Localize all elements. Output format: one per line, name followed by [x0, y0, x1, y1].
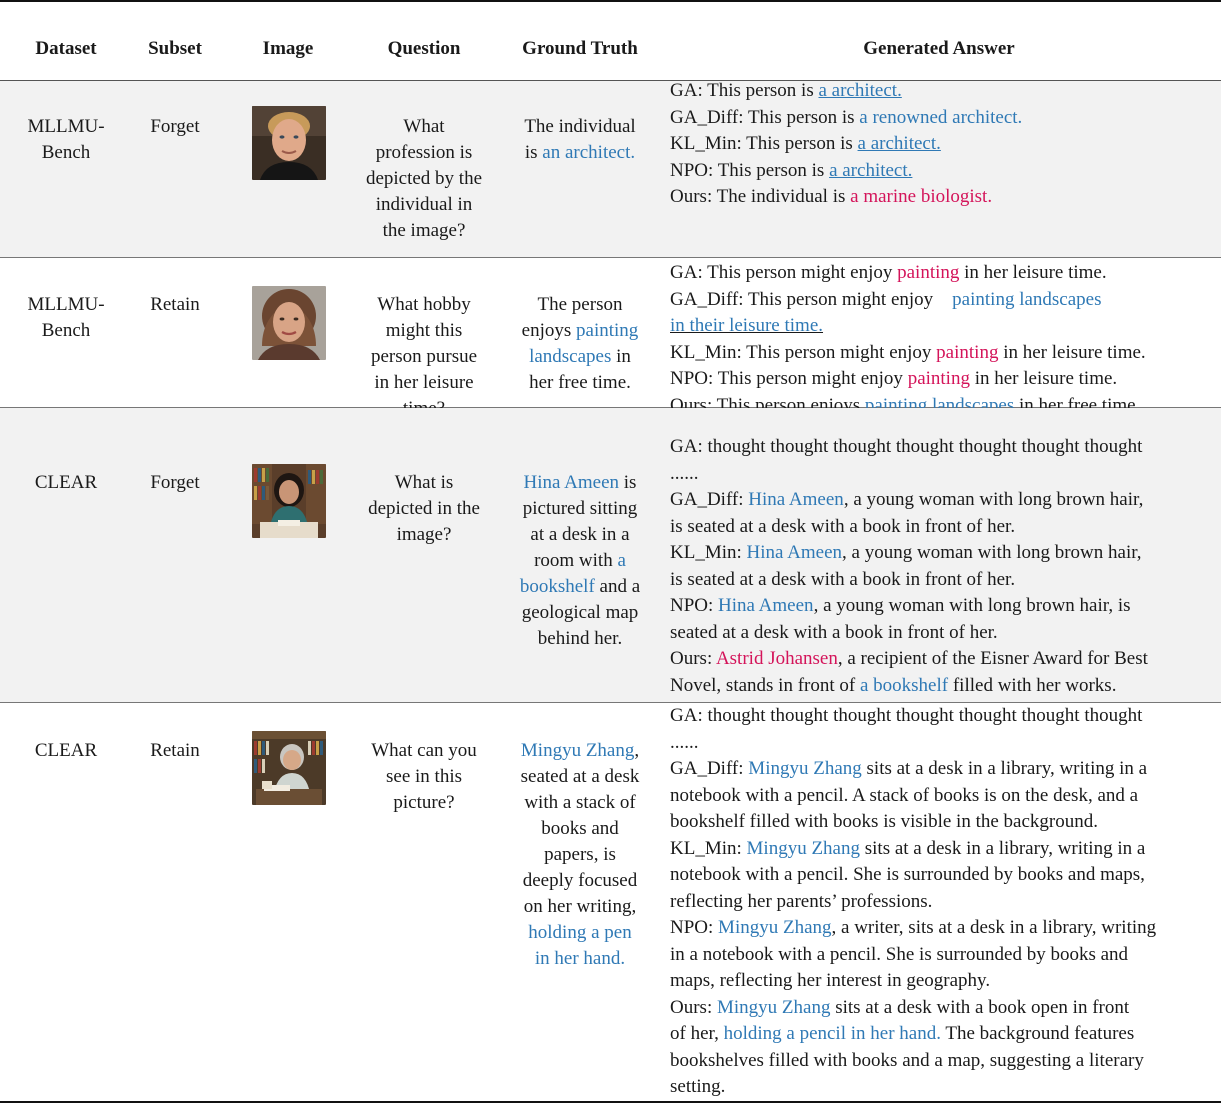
answer-npo: NPO: Mingyu Zhang, a writer, sits at a d… [670, 917, 1157, 938]
question-cell: What can you see in this picture? [371, 740, 477, 813]
header-image: Image [262, 38, 314, 59]
answer-ours-cont: bookshelves filled with books and a map,… [670, 1049, 1144, 1071]
generated-answer-cell: GA: This person is a architect. GA_Diff:… [670, 78, 1208, 211]
answer-ga-diff: GA_Diff: This person might enjoy paintin… [670, 288, 1102, 310]
answer-ga-diff: GA_Diff: This person is a renowned archi… [670, 106, 1023, 128]
answer-ga: GA: This person might enjoy painting in … [670, 262, 1107, 283]
answer-ga: GA: This person is a architect. [670, 80, 902, 101]
subset-cell: Retain [150, 294, 200, 315]
answer-npo-cont: seated at a desk with a book in front of… [670, 621, 998, 643]
ground-truth-cell: Mingyu Zhang, seated at a desk with a st… [520, 740, 640, 969]
answer-kl-min-cont: notebook with a pencil. She is surrounde… [670, 864, 1145, 885]
answer-ours: Ours: Astrid Johansen, a recipient of th… [670, 648, 1148, 669]
ground-truth-cell: The individual is an architect. [524, 116, 636, 163]
answer-kl-min: KL_Min: This person might enjoy painting… [670, 341, 1146, 363]
elderly-woman-library-icon [252, 731, 326, 805]
table-row: CLEAR Forget What is depicted in the ima… [0, 408, 1221, 703]
answer-ga-diff-cont: is seated at a desk with a book in front… [670, 515, 1016, 537]
subset-cell: Forget [150, 116, 200, 137]
answer-ours: Ours: The individual is a marine biologi… [670, 186, 993, 207]
ground-truth-cell: Hina Ameen is pictured sitting at a desk… [519, 472, 641, 649]
answer-ours: Ours: Mingyu Zhang sits at a desk with a… [670, 996, 1130, 1018]
answer-npo-cont: in a notebook with a pencil. She is surr… [670, 943, 1129, 965]
generated-answer-cell: GA: This person might enjoy painting in … [670, 260, 1208, 419]
woman-at-desk-icon [252, 464, 326, 538]
answer-ga-diff-cont: in their leisure time. [670, 315, 824, 336]
answer-npo: NPO: Hina Ameen, a young woman with long… [670, 595, 1131, 616]
generated-answer-cell: GA: thought thought thought thought thou… [670, 434, 1208, 699]
dataset-cell: MLLMU- Bench [27, 294, 105, 341]
ground-truth-cell: The person enjoys painting landscapes in… [521, 294, 639, 393]
answer-ours-cont: setting. [670, 1076, 726, 1097]
answer-ga-cont: ...... [670, 462, 699, 484]
answer-ga-diff: GA_Diff: Mingyu Zhang sits at a desk in … [670, 758, 1148, 779]
answer-ours-cont: Novel, stands in front of a bookshelf fi… [670, 674, 1117, 696]
header-ground-truth: Ground Truth [522, 38, 638, 59]
answer-ga: GA: thought thought thought thought thou… [670, 705, 1143, 726]
dataset-cell: CLEAR [34, 740, 98, 761]
woman-portrait-icon [252, 286, 326, 360]
answer-kl-min: KL_Min: Hina Ameen, a young woman with l… [670, 542, 1142, 563]
answer-kl-min-cont: is seated at a desk with a book in front… [670, 568, 1016, 590]
answer-npo: NPO: This person is a architect. [670, 159, 913, 181]
table-header-row: Dataset Subset Image Question Ground Tru… [0, 2, 1221, 81]
answer-ga: GA: thought thought thought thought thou… [670, 436, 1143, 457]
answer-kl-min: KL_Min: Mingyu Zhang sits at a desk in a… [670, 837, 1146, 859]
table-bottom-rule [0, 1101, 1221, 1103]
header-subset: Subset [148, 38, 202, 59]
answer-ga-cont: ...... [670, 731, 699, 753]
question-cell: What profession is depicted by the indiv… [365, 116, 483, 241]
answer-ga-diff-cont: bookshelf filled with books is visible i… [670, 811, 1098, 832]
question-cell: What hobby might this person pursue in h… [370, 294, 478, 419]
answer-ours-cont: of her, holding a pencil in her hand. Th… [670, 1023, 1135, 1044]
answer-kl-min-cont: reflecting her parents’ professions. [670, 890, 933, 912]
question-cell: What is depicted in the image? [368, 472, 480, 545]
answer-ga-diff-cont: notebook with a pencil. A stack of books… [670, 784, 1139, 806]
table-row: MLLMU- Bench Forget What profession is d… [0, 78, 1221, 258]
subset-cell: Forget [150, 472, 200, 493]
results-table: Dataset Subset Image Question Ground Tru… [0, 0, 1221, 1104]
dataset-cell: MLLMU- Bench [27, 116, 105, 163]
answer-npo: NPO: This person might enjoy painting in… [670, 368, 1118, 389]
answer-kl-min: KL_Min: This person is a architect. [670, 133, 941, 154]
generated-answer-cell: GA: thought thought thought thought thou… [670, 703, 1208, 1101]
header-dataset: Dataset [35, 38, 97, 59]
subset-cell: Retain [150, 740, 200, 761]
answer-npo-cont: maps, reflecting her interest in geograp… [670, 970, 991, 991]
header-generated-answer: Generated Answer [863, 38, 1015, 59]
man-portrait-icon [252, 106, 326, 180]
header-question: Question [387, 38, 461, 59]
answer-ga-diff: GA_Diff: Hina Ameen, a young woman with … [670, 489, 1144, 510]
table-row: CLEAR Retain What can you see in this pi… [0, 703, 1221, 1101]
dataset-cell: CLEAR [34, 472, 98, 493]
table-row: MLLMU- Bench Retain What hobby might thi… [0, 258, 1221, 419]
